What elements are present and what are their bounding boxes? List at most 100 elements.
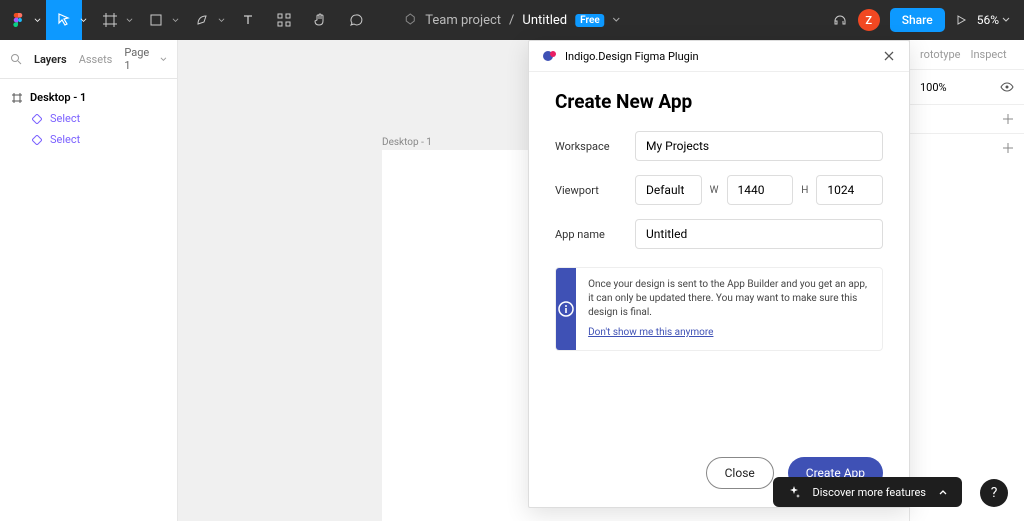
separator: / (509, 13, 514, 28)
layer-frame-label: Desktop - 1 (30, 91, 86, 104)
discover-label: Discover more features (813, 486, 927, 499)
pen-tool-button[interactable] (184, 0, 220, 40)
shape-tool-button[interactable] (138, 0, 174, 40)
opacity-value[interactable]: 100% (920, 81, 947, 94)
text-tool-button[interactable] (230, 0, 266, 40)
plugin-title: Indigo.Design Figma Plugin (565, 50, 699, 63)
frame-icon (103, 13, 117, 27)
pen-icon (195, 13, 209, 27)
workspace-value: My Projects (646, 139, 709, 153)
layer-component-row[interactable]: Select (0, 129, 177, 150)
tab-inspect[interactable]: Inspect (970, 48, 1006, 61)
frame-icon (12, 93, 22, 103)
chevron-up-icon[interactable] (938, 487, 948, 497)
info-callout: Once your design is sent to the App Buil… (555, 267, 883, 351)
viewport-row: Viewport Default W 1440 H 1024 (555, 175, 883, 205)
instance-icon (32, 135, 42, 145)
opacity-row: 100% (910, 70, 1024, 104)
workspace-row: Workspace My Projects (555, 131, 883, 161)
right-panel: rototype Inspect 100% (909, 40, 1024, 521)
info-text: Once your design is sent to the App Buil… (588, 279, 867, 318)
headphones-icon[interactable] (832, 12, 848, 28)
frame-chevron[interactable] (124, 17, 134, 24)
close-button[interactable]: Close (706, 457, 774, 489)
right-panel-tabs: rototype Inspect (910, 40, 1024, 70)
left-panel: Layers Assets Page 1 Desktop - 1 Select … (0, 40, 178, 521)
left-panel-tabs: Layers Assets Page 1 (0, 40, 177, 79)
figma-logo-icon (11, 13, 25, 27)
info-dismiss-link[interactable]: Don't show me this anymore (588, 326, 713, 340)
comment-icon (349, 13, 363, 27)
viewport-select[interactable]: Default (635, 175, 702, 205)
present-icon[interactable] (955, 14, 967, 26)
comment-tool-button[interactable] (338, 0, 374, 40)
project-name: Team project (425, 13, 501, 28)
layer-tree: Desktop - 1 Select Select (0, 79, 177, 158)
viewport-label: Viewport (555, 184, 635, 197)
plugin-logo-icon (543, 49, 557, 63)
top-toolbar: Team project / Untitled Free Z Share 56% (0, 0, 1024, 40)
title-chevron-icon[interactable] (613, 16, 621, 24)
shape-chevron[interactable] (170, 17, 180, 24)
menu-chevron[interactable] (32, 17, 42, 24)
free-badge: Free (575, 14, 605, 27)
page-selector[interactable]: Page 1 (124, 46, 167, 72)
plugin-modal: Indigo.Design Figma Plugin Create New Ap… (528, 40, 910, 508)
resources-button[interactable] (266, 0, 302, 40)
plus-icon[interactable] (1002, 113, 1014, 125)
appname-value: Untitled (646, 227, 687, 241)
height-value: 1024 (827, 183, 854, 197)
height-input[interactable]: 1024 (816, 175, 883, 205)
layer-label: Select (50, 112, 80, 125)
modal-header: Indigo.Design Figma Plugin (529, 41, 909, 72)
resources-icon (277, 13, 291, 27)
width-input[interactable]: 1440 (727, 175, 794, 205)
viewport-value: Default (646, 183, 684, 197)
layer-label: Select (50, 133, 80, 146)
appname-input[interactable]: Untitled (635, 219, 883, 249)
move-tool-button[interactable] (46, 0, 82, 40)
square-icon (149, 13, 163, 27)
sparkle-icon (787, 485, 801, 499)
hand-icon (313, 13, 327, 27)
help-label: ? (991, 485, 998, 501)
zoom-value: 56% (977, 13, 999, 27)
move-chevron[interactable] (78, 17, 88, 24)
file-title-area[interactable]: Team project / Untitled Free (403, 13, 620, 28)
avatar-initial: Z (865, 14, 872, 27)
appname-label: App name (555, 228, 635, 241)
height-label: H (801, 185, 808, 196)
file-name[interactable]: Untitled (522, 13, 567, 28)
info-icon (556, 268, 576, 350)
cursor-icon (57, 13, 71, 27)
workspace-label: Workspace (555, 140, 635, 153)
avatar[interactable]: Z (858, 9, 880, 31)
workspace-select[interactable]: My Projects (635, 131, 883, 161)
hand-tool-button[interactable] (302, 0, 338, 40)
add-property-row (910, 133, 1024, 162)
search-icon[interactable] (10, 53, 22, 65)
figma-menu-button[interactable] (0, 0, 36, 40)
frame-name-label[interactable]: Desktop - 1 (382, 137, 432, 148)
close-icon[interactable] (883, 50, 895, 62)
share-button[interactable]: Share (890, 8, 945, 32)
tab-assets[interactable]: Assets (79, 53, 113, 66)
discover-banner[interactable]: Discover more features (773, 477, 963, 507)
layer-component-row[interactable]: Select (0, 108, 177, 129)
text-icon (241, 13, 255, 27)
modal-heading: Create New App (555, 90, 883, 113)
team-icon (403, 13, 417, 27)
help-button[interactable]: ? (980, 479, 1008, 507)
frame-tool-button[interactable] (92, 0, 128, 40)
appname-row: App name Untitled (555, 219, 883, 249)
tab-prototype[interactable]: rototype (920, 48, 960, 61)
pen-chevron[interactable] (216, 17, 226, 24)
add-property-row (910, 104, 1024, 133)
zoom-control[interactable]: 56% (977, 13, 1010, 27)
page-label: Page 1 (124, 46, 157, 72)
layer-frame-row[interactable]: Desktop - 1 (0, 87, 177, 108)
modal-body: Create New App Workspace My Projects Vie… (529, 72, 909, 443)
plus-icon[interactable] (1002, 142, 1014, 154)
eye-icon[interactable] (1000, 80, 1014, 94)
tab-layers[interactable]: Layers (34, 53, 67, 66)
